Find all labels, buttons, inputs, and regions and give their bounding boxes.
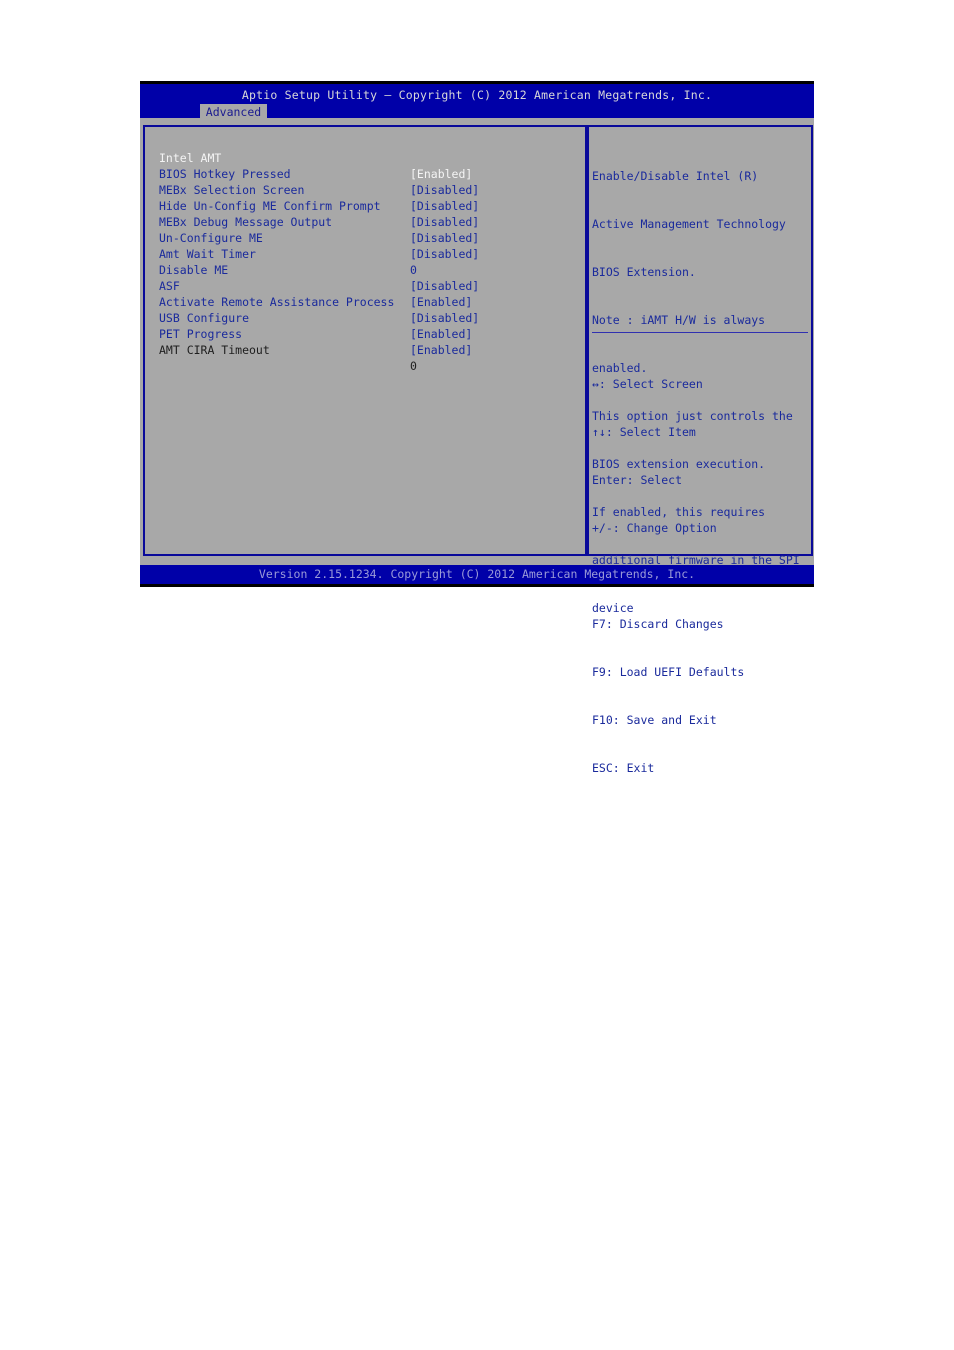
setting-mebx-debug-message-output[interactable]: MEBx Debug Message Output [Disabled] — [159, 198, 579, 245]
help-panel: Enable/Disable Intel (R) Active Manageme… — [587, 125, 813, 775]
setting-usb-configure[interactable]: USB Configure [Enabled] — [159, 294, 579, 341]
setting-bios-hotkey-pressed[interactable]: BIOS Hotkey Pressed [Disabled] — [159, 150, 579, 197]
key-select-item: ↑↓: Select Item — [592, 425, 696, 439]
setting-activate-remote-assistance-process[interactable]: Activate Remote Assistance Process [Disa… — [159, 278, 579, 325]
setup-body: Intel AMT [Enabled] BIOS Hotkey Pressed … — [140, 118, 814, 775]
settings-panel: Intel AMT [Enabled] BIOS Hotkey Pressed … — [143, 125, 587, 556]
key-exit: ESC: Exit — [592, 761, 655, 775]
help-divider — [592, 332, 808, 333]
setting-hide-unconfig-me-confirm-prompt[interactable]: Hide Un-Config ME Confirm Prompt [Disabl… — [159, 182, 579, 229]
setting-amt-wait-timer[interactable]: Amt Wait Timer 0 — [159, 230, 579, 277]
key-load-defaults: F9: Load UEFI Defaults — [592, 665, 745, 679]
setting-asf[interactable]: ASF [Enabled] — [159, 262, 579, 309]
key-enter-select: Enter: Select — [592, 473, 683, 487]
help-line: BIOS Extension. — [592, 265, 696, 279]
setting-value[interactable]: [Enabled] — [410, 342, 472, 358]
title-bar: Aptio Setup Utility – Copyright (C) 2012… — [140, 84, 814, 121]
setting-amt-cira-timeout: AMT CIRA Timeout 0 — [159, 326, 579, 373]
setting-intel-amt[interactable]: Intel AMT [Enabled] — [159, 134, 579, 181]
key-select-screen: ↔: Select Screen — [592, 377, 703, 391]
setting-label: AMT CIRA Timeout — [159, 343, 270, 357]
version-footer: Version 2.15.1234. Copyright (C) 2012 Am… — [140, 565, 814, 584]
key-change-option: +/-: Change Option — [592, 521, 717, 535]
help-line: Note : iAMT H/W is always — [592, 313, 766, 327]
setting-value: 0 — [410, 359, 417, 373]
setting-disable-me[interactable]: Disable ME [Disabled] — [159, 246, 579, 293]
setting-unconfigure-me[interactable]: Un-Configure ME [Disabled] — [159, 214, 579, 261]
key-save-exit: F10: Save and Exit — [592, 713, 717, 727]
key-discard-changes: F7: Discard Changes — [592, 617, 724, 631]
help-line: Enable/Disable Intel (R) — [592, 169, 759, 183]
app-title: Aptio Setup Utility – Copyright (C) 2012… — [241, 88, 713, 102]
setting-pet-progress[interactable]: PET Progress [Enabled] — [159, 310, 579, 357]
bios-setup-screen: Aptio Setup Utility – Copyright (C) 2012… — [140, 81, 814, 775]
setting-mebx-selection-screen[interactable]: MEBx Selection Screen [Disabled] — [159, 166, 579, 213]
help-line: Active Management Technology — [592, 217, 786, 231]
